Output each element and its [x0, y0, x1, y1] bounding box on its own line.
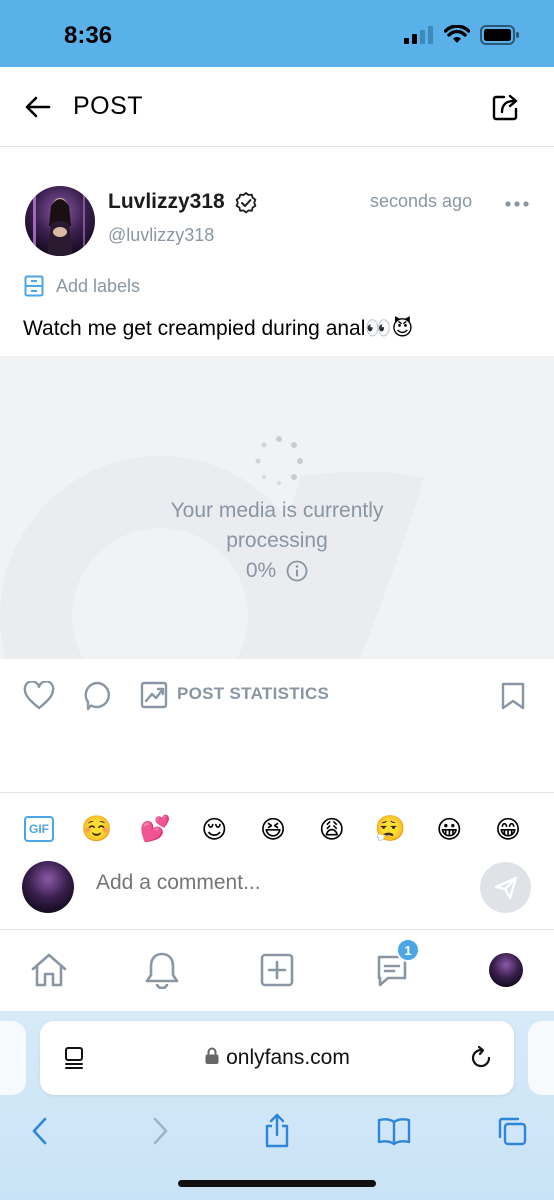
media-status-line1: Your media is currently [170, 499, 384, 522]
url-text: onlyfans.com [226, 1046, 350, 1069]
post-statistics-icon[interactable] [140, 681, 168, 709]
emoji-button[interactable]: 😀 [433, 815, 465, 844]
back-arrow-icon[interactable] [22, 91, 54, 123]
share-upload-icon [265, 1113, 289, 1148]
nav-new-post[interactable] [255, 948, 299, 992]
post-actions: POST STATISTICS [0, 670, 554, 720]
bottom-nav: 1 [0, 929, 554, 1011]
bell-icon [145, 952, 179, 989]
browser-forward-button[interactable] [142, 1113, 178, 1149]
browser-share-button[interactable] [259, 1113, 295, 1149]
emoji-button[interactable]: 💕 [140, 814, 172, 844]
emoji-button[interactable]: 😆 [257, 815, 289, 844]
like-heart-icon[interactable] [23, 681, 55, 711]
author-handle[interactable]: @luvlizzy318 [108, 225, 214, 246]
browser-back-button[interactable] [22, 1113, 58, 1149]
status-bar: 8:36 [0, 0, 554, 67]
tabs-icon [498, 1117, 527, 1146]
nav-notifications[interactable] [140, 948, 184, 992]
home-indicator[interactable] [178, 1180, 376, 1187]
gif-button[interactable]: GIF [24, 816, 54, 842]
media-progress: 0% [245, 559, 277, 582]
send-comment-button[interactable] [480, 862, 531, 913]
share-icon[interactable] [490, 91, 522, 123]
chevron-right-icon [153, 1117, 168, 1145]
comment-input[interactable] [96, 871, 456, 895]
previous-tab-preview[interactable] [0, 1021, 26, 1095]
add-labels-label: Add labels [56, 275, 141, 296]
nav-messages[interactable]: 1 [370, 938, 420, 992]
add-square-icon [260, 953, 294, 987]
add-labels-button[interactable]: Add labels [24, 273, 140, 299]
author-name[interactable]: Luvlizzy318 [108, 190, 225, 214]
next-tab-preview[interactable] [528, 1021, 554, 1095]
emoji-button[interactable]: 😁 [492, 815, 524, 844]
post-text: Watch me get creampied during anal👀😈 [23, 317, 414, 340]
chevron-left-icon [32, 1117, 47, 1145]
send-paper-plane-icon [494, 876, 517, 899]
address-bar[interactable]: onlyfans.com [40, 1021, 514, 1095]
nav-profile[interactable] [484, 948, 528, 992]
comment-bubble-icon[interactable] [82, 680, 112, 712]
browser-chrome: onlyfans.com [0, 1011, 554, 1200]
emoji-button[interactable]: 😩 [316, 815, 348, 844]
media-status-line2: processing [226, 529, 328, 552]
messages-badge: 1 [396, 938, 420, 962]
status-time: 8:36 [64, 22, 113, 49]
nav-home[interactable] [27, 948, 71, 992]
comment-composer: GIF ☺️ 💕 😌 😆 😩 😮‍💨 😀 😁 [0, 792, 554, 929]
verified-badge-icon [235, 192, 257, 214]
book-icon [377, 1118, 411, 1146]
top-bar: POST [0, 67, 554, 147]
status-icons [404, 25, 520, 45]
info-icon[interactable] [286, 560, 308, 582]
lock-icon [205, 1047, 219, 1064]
cellular-signal-icon [404, 26, 433, 44]
commenter-avatar [22, 861, 74, 913]
page-title: POST [73, 92, 144, 120]
emoji-button[interactable]: ☺️ [81, 814, 113, 844]
emoji-button[interactable]: 😮‍💨 [375, 814, 407, 844]
browser-bookmarks-button[interactable] [376, 1113, 412, 1149]
wifi-icon [444, 25, 470, 43]
battery-icon [480, 25, 519, 45]
avatar-figure-icon [33, 190, 85, 256]
browser-tabs-button[interactable] [494, 1113, 530, 1149]
label-cabinet-icon [24, 275, 44, 297]
author-avatar[interactable] [25, 186, 95, 256]
url-display[interactable]: onlyfans.com [40, 1021, 514, 1095]
post-statistics-button[interactable]: POST STATISTICS [177, 684, 329, 704]
post-header: Luvlizzy318 @luvlizzy318 seconds ago [0, 148, 554, 278]
more-options-icon[interactable] [504, 194, 530, 214]
emoji-quick-bar: GIF ☺️ 💕 😌 😆 😩 😮‍💨 😀 😁 [24, 811, 524, 847]
emoji-button[interactable]: 😌 [198, 815, 230, 844]
bookmark-icon[interactable] [500, 681, 526, 711]
media-status: Your media is currently processing 0% [0, 496, 554, 586]
media-placeholder: Your media is currently processing 0% [0, 356, 554, 659]
loading-spinner-icon [255, 436, 303, 485]
browser-toolbar [0, 1103, 554, 1159]
post-timestamp: seconds ago [370, 191, 473, 211]
home-icon [31, 953, 67, 987]
reload-icon[interactable] [468, 1045, 494, 1071]
profile-avatar [489, 953, 523, 987]
